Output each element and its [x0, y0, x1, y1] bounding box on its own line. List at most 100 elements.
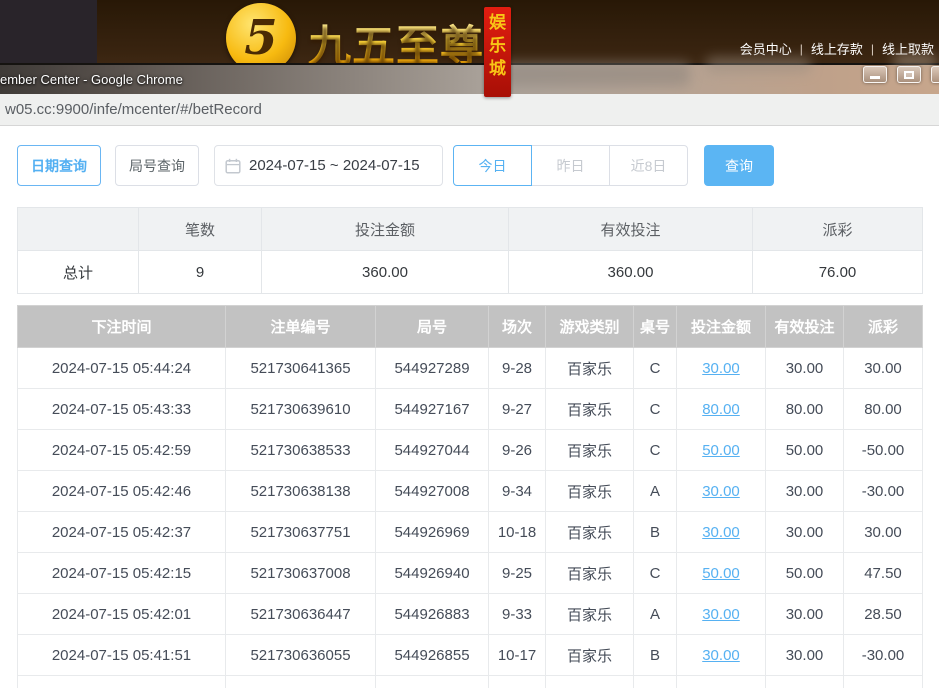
bet-amount-link[interactable]: 50.00	[702, 442, 740, 459]
cell-session: 9-25	[489, 553, 546, 594]
cell-table-number: C	[634, 389, 677, 430]
address-bar[interactable]: w05.cc:9900/infe/mcenter/#/betRecord	[0, 94, 939, 126]
cell-bet-amount: 30.00	[677, 348, 766, 389]
cell-table-number: C	[634, 553, 677, 594]
bet-amount-link[interactable]: 80.00	[702, 401, 740, 418]
nav-separator: |	[871, 42, 874, 56]
brand-banner: 娱 乐 城	[484, 7, 511, 97]
cell-table-number: C	[634, 430, 677, 471]
cell-table-number: C	[634, 348, 677, 389]
cell-valid-bet: 30.00	[766, 471, 844, 512]
close-button[interactable]	[931, 66, 939, 83]
summary-total-count: 9	[139, 251, 262, 294]
cell-round-number: 544926855	[376, 635, 489, 676]
banner-char: 乐	[489, 37, 506, 54]
nav-link-member-center[interactable]: 会员中心	[740, 39, 792, 58]
cell-bet-time: 2024-07-15 05:42:46	[18, 471, 226, 512]
cell-game-type: 百家乐	[546, 676, 634, 688]
cell-payout: 47.50	[844, 553, 923, 594]
table-row: 2024-07-15 05:42:01521730636447544926883…	[18, 594, 923, 635]
search-button[interactable]: 查询	[704, 145, 774, 186]
cell-payout: -30.00	[844, 635, 923, 676]
quick-btn-last8days[interactable]: 近8日	[609, 145, 688, 186]
cell-table-number: C	[634, 676, 677, 688]
cell-bet-amount: 30.00	[677, 512, 766, 553]
cell-game-type: 百家乐	[546, 471, 634, 512]
cell-game-type: 百家乐	[546, 594, 634, 635]
cell-order-number: 521730637008	[226, 553, 376, 594]
table-row: 2024-07-15 05:44:24521730641365544927289…	[18, 348, 923, 389]
nav-link-online-deposit[interactable]: 线上存款	[811, 39, 863, 58]
cell-valid-bet: 50.00	[766, 553, 844, 594]
cell-bet-amount: 30.00	[677, 594, 766, 635]
background-window-block	[0, 0, 97, 64]
round-query-tab[interactable]: 局号查询	[115, 145, 199, 186]
bet-table-header-row: 下注时间 注单编号 局号 场次 游戏类别 桌号 投注金额 有效投注 派彩	[18, 306, 923, 348]
header-payout: 派彩	[844, 306, 923, 348]
cell-game-type: 百家乐	[546, 635, 634, 676]
quick-btn-yesterday[interactable]: 昨日	[531, 145, 610, 186]
cell-session: 9-26	[489, 430, 546, 471]
table-row: 2024-07-15 05:42:37521730637751544926969…	[18, 512, 923, 553]
header-order-number: 注单编号	[226, 306, 376, 348]
summary-total-valid-bet: 360.00	[509, 251, 753, 294]
summary-header-count: 笔数	[139, 208, 262, 251]
screen: 5 九五至尊 娱 乐 城 会员中心 | 线上存款 | 线上取款 ember Ce…	[0, 0, 939, 688]
quick-range-group: 今日 昨日 近8日	[453, 145, 688, 186]
table-row: 2024-07-15 05:41:44521730635859544926839…	[18, 676, 923, 688]
cell-bet-time: 2024-07-15 05:41:44	[18, 676, 226, 688]
cell-bet-amount: 80.00	[677, 389, 766, 430]
header-valid-bet: 有效投注	[766, 306, 844, 348]
cell-session: 9-24	[489, 676, 546, 688]
table-row: 2024-07-15 05:42:15521730637008544926940…	[18, 553, 923, 594]
cell-valid-bet: 80.00	[766, 389, 844, 430]
cell-bet-time: 2024-07-15 05:42:37	[18, 512, 226, 553]
table-row: 2024-07-15 05:42:59521730638533544927044…	[18, 430, 923, 471]
bet-table-body: 2024-07-15 05:44:24521730641365544927289…	[18, 348, 923, 688]
cell-payout: 28.50	[844, 594, 923, 635]
header-game-type: 游戏类别	[546, 306, 634, 348]
date-range-value: 2024-07-15 ~ 2024-07-15	[249, 157, 420, 174]
cell-session: 10-18	[489, 512, 546, 553]
minimize-icon	[870, 76, 880, 79]
summary-header-bet-amount: 投注金额	[262, 208, 509, 251]
blurred-region	[500, 62, 690, 86]
cell-payout: 30.00	[844, 512, 923, 553]
bet-amount-link[interactable]: 50.00	[702, 565, 740, 582]
summary-header-blank	[18, 208, 139, 251]
header-round-number: 局号	[376, 306, 489, 348]
cell-order-number: 521730639610	[226, 389, 376, 430]
cell-round-number: 544926940	[376, 553, 489, 594]
calendar-icon	[225, 158, 241, 174]
cell-valid-bet: 30.00	[766, 512, 844, 553]
summary-total-payout: 76.00	[753, 251, 923, 294]
window-title: ember Center - Google Chrome	[0, 72, 183, 87]
cell-payout: 30.00	[844, 348, 923, 389]
bet-amount-link[interactable]: 30.00	[702, 647, 740, 664]
cell-round-number: 544927008	[376, 471, 489, 512]
quick-btn-today[interactable]: 今日	[453, 145, 532, 186]
bet-amount-link[interactable]: 30.00	[702, 524, 740, 541]
cell-round-number: 544926969	[376, 512, 489, 553]
cell-bet-amount: 30.00	[677, 471, 766, 512]
cell-order-number: 521730638533	[226, 430, 376, 471]
bet-amount-link[interactable]: 30.00	[702, 606, 740, 623]
summary-header-payout: 派彩	[753, 208, 923, 251]
date-query-tab[interactable]: 日期查询	[17, 145, 101, 186]
cell-game-type: 百家乐	[546, 389, 634, 430]
maximize-button[interactable]	[897, 66, 921, 83]
cell-bet-time: 2024-07-15 05:42:15	[18, 553, 226, 594]
filter-bar: 日期查询 局号查询 2024-07-15 ~ 2024-07-15 今日 昨日 …	[17, 145, 939, 186]
bet-amount-link[interactable]: 30.00	[702, 360, 740, 377]
cell-round-number: 544927044	[376, 430, 489, 471]
bet-amount-link[interactable]: 30.00	[702, 483, 740, 500]
cell-payout: -30.00	[844, 471, 923, 512]
date-range-input[interactable]: 2024-07-15 ~ 2024-07-15	[214, 145, 443, 186]
cell-bet-amount: 50.00	[677, 430, 766, 471]
minimize-button[interactable]	[863, 66, 887, 83]
blurred-region	[706, 57, 811, 73]
maximize-icon	[904, 71, 914, 79]
banner-char: 城	[489, 60, 506, 77]
cell-order-number: 521730636055	[226, 635, 376, 676]
header-session: 场次	[489, 306, 546, 348]
